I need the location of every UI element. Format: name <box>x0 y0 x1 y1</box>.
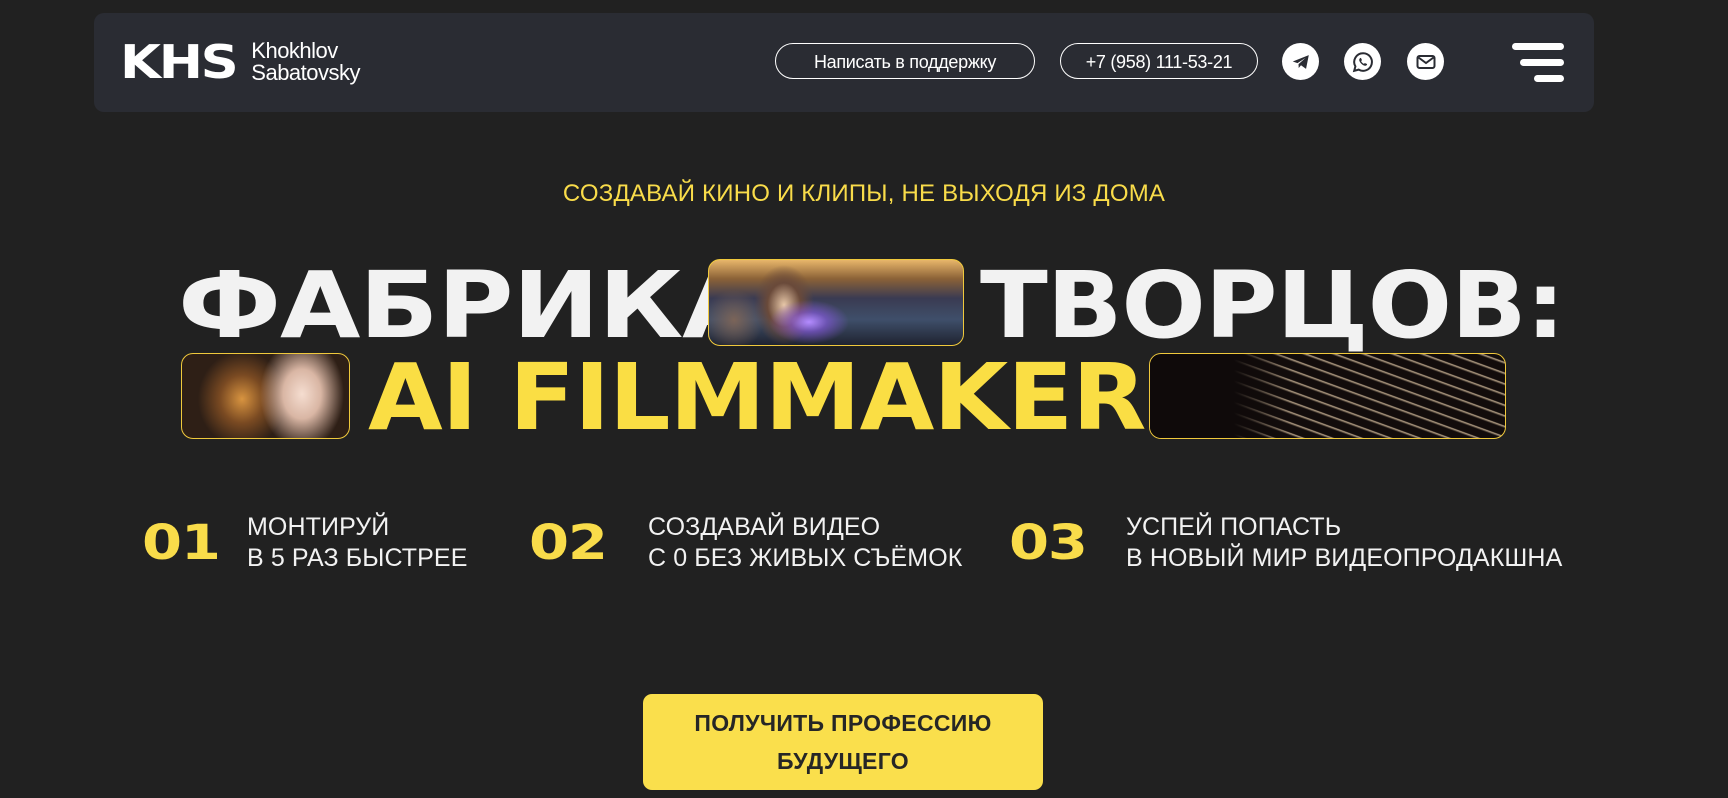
hero-thumbnail-sparks <box>1149 353 1506 439</box>
logo[interactable]: KHS Khokhlov Sabatovsky <box>120 35 361 89</box>
hero-title-accent: AI FILMMAKER <box>368 344 1147 451</box>
get-profession-button[interactable]: ПОЛУЧИТЬ ПРОФЕССИЮ БУДУЩЕГО <box>643 694 1043 790</box>
whatsapp-icon <box>1352 51 1373 72</box>
feature-line-2: С 0 БЕЗ ЖИВЫХ СЪЁМОК <box>648 544 963 572</box>
logo-line-2: Sabatovsky <box>251 60 361 85</box>
mail-button[interactable] <box>1407 43 1444 80</box>
cta-line-1: ПОЛУЧИТЬ ПРОФЕССИЮ <box>694 710 992 736</box>
feature-text: СОЗДАВАЙ ВИДЕО С 0 БЕЗ ЖИВЫХ СЪЁМОК <box>648 512 962 574</box>
mail-icon <box>1416 54 1435 69</box>
hero-title-word-2: ТВОРЦОВ: <box>980 252 1565 359</box>
whatsapp-button[interactable] <box>1344 43 1381 80</box>
feature-text: УСПЕЙ ПОПАСТЬ В НОВЫЙ МИР ВИДЕОПРОДАКШНА <box>1126 512 1562 574</box>
feature-item: 03 УСПЕЙ ПОПАСТЬ В НОВЫЙ МИР ВИДЕОПРОДАК… <box>1009 513 1562 572</box>
feature-number: 03 <box>1009 515 1088 571</box>
telegram-button[interactable] <box>1282 43 1319 80</box>
hero-thumbnail-scene <box>708 259 964 346</box>
feature-line-1: СОЗДАВАЙ ВИДЕО <box>648 513 881 541</box>
logo-mark: KHS <box>120 35 239 89</box>
hamburger-menu-icon[interactable] <box>1512 43 1564 83</box>
cta-line-2: БУДУЩЕГО <box>777 748 909 774</box>
feature-item: 02 СОЗДАВАЙ ВИДЕО С 0 БЕЗ ЖИВЫХ СЪЁМОК <box>529 513 962 572</box>
feature-line-1: УСПЕЙ ПОПАСТЬ <box>1126 513 1342 541</box>
hero-tagline: СОЗДАВАЙ КИНО И КЛИПЫ, НЕ ВЫХОДЯ ИЗ ДОМА <box>562 180 1166 207</box>
hero-title-word-1: ФАБРИКА <box>178 252 763 359</box>
hero-thumbnail-portrait <box>181 353 350 439</box>
menu-bar <box>1520 59 1564 66</box>
logo-text: Khokhlov Sabatovsky <box>251 40 360 84</box>
menu-bar <box>1534 75 1564 82</box>
logo-line-1: Khokhlov <box>251 38 338 63</box>
support-button[interactable]: Написать в поддержку <box>775 43 1035 79</box>
feature-line-1: МОНТИРУЙ <box>247 513 390 541</box>
feature-number: 01 <box>142 515 221 571</box>
telegram-icon <box>1292 54 1309 69</box>
feature-text: МОНТИРУЙ В 5 РАЗ БЫСТРЕЕ <box>247 512 467 574</box>
site-header: KHS Khokhlov Sabatovsky Написать в подде… <box>94 13 1594 112</box>
phone-button[interactable]: +7 (958) 111-53-21 <box>1060 43 1258 79</box>
feature-line-2: В 5 РАЗ БЫСТРЕЕ <box>247 544 468 572</box>
feature-line-2: В НОВЫЙ МИР ВИДЕОПРОДАКШНА <box>1126 544 1563 572</box>
feature-item: 01 МОНТИРУЙ В 5 РАЗ БЫСТРЕЕ <box>142 513 467 572</box>
feature-number: 02 <box>529 515 608 571</box>
menu-bar <box>1512 43 1564 50</box>
